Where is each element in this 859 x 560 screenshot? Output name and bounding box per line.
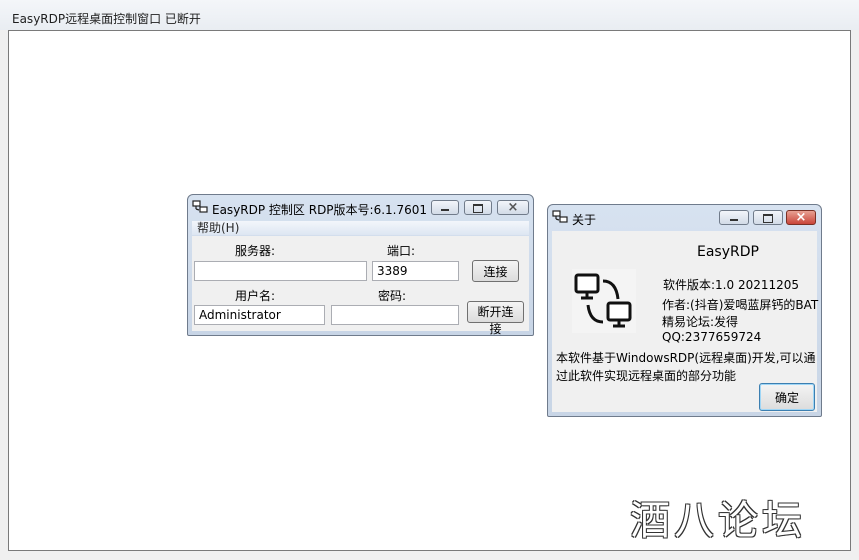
- disconnect-button[interactable]: 断开连接: [467, 301, 524, 336]
- about-author: 作者:(抖音)爱喝蓝屏钙的BAT: [662, 298, 819, 312]
- ok-button[interactable]: 确定: [759, 383, 815, 411]
- about-qq: QQ:2377659724: [662, 330, 762, 344]
- control-panel: 服务器: 端口: 连接 用户名: 密码: 断开连接: [192, 236, 529, 336]
- minimize-icon: [730, 219, 738, 221]
- control-window: EasyRDP 控制区 RDP版本号:6.1.7601 × 帮助(H) 服务器:…: [187, 194, 534, 336]
- main-window-title: EasyRDP远程桌面控制窗口 已断开: [12, 12, 201, 26]
- control-minimize-button[interactable]: [431, 200, 459, 215]
- about-app-name: EasyRDP: [697, 244, 759, 260]
- username-input[interactable]: [194, 305, 325, 325]
- about-maximize-button[interactable]: [753, 210, 783, 225]
- password-label: 密码:: [378, 289, 407, 303]
- username-label: 用户名:: [235, 289, 276, 303]
- remote-desktop-icon: [192, 200, 208, 213]
- main-title-bar[interactable]: EasyRDP远程桌面控制窗口 已断开: [0, 0, 859, 30]
- menu-bar: 帮助(H): [192, 221, 529, 235]
- about-forum: 精易论坛:发得: [662, 315, 739, 329]
- server-label: 服务器:: [235, 244, 276, 258]
- control-close-button[interactable]: ×: [497, 200, 529, 215]
- remote-desktop-icon: [552, 210, 568, 223]
- about-version: 软件版本:1.0 20211205: [663, 278, 800, 292]
- maximize-icon: [763, 214, 773, 223]
- menu-help[interactable]: 帮助(H): [197, 221, 239, 235]
- close-icon: ×: [795, 210, 807, 225]
- remote-desktop-logo-icon: [572, 269, 636, 333]
- about-minimize-button[interactable]: [719, 210, 749, 225]
- port-input[interactable]: [372, 261, 459, 281]
- about-description: 本软件基于WindowsRDP(远程桌面)开发,可以通过此软件实现远程桌面的部分…: [556, 351, 816, 383]
- connect-button[interactable]: 连接: [472, 260, 519, 282]
- about-window-title: 关于: [572, 213, 597, 227]
- control-maximize-button[interactable]: [464, 200, 492, 215]
- watermark-text: 酒八论坛: [630, 498, 806, 544]
- port-label: 端口:: [387, 244, 416, 258]
- control-window-title: EasyRDP 控制区 RDP版本号:6.1.7601: [212, 203, 428, 217]
- about-window: 关于 × EasyRDP 软件版本:1.0 20211205 作者:(抖音)爱喝…: [547, 204, 822, 417]
- minimize-icon: [441, 209, 449, 211]
- maximize-icon: [473, 204, 483, 213]
- close-icon: ×: [507, 200, 519, 215]
- about-panel: EasyRDP 软件版本:1.0 20211205 作者:(抖音)爱喝蓝屏钙的B…: [552, 231, 819, 412]
- about-close-button[interactable]: ×: [786, 210, 816, 225]
- server-input[interactable]: [194, 261, 367, 281]
- password-input[interactable]: [331, 305, 459, 325]
